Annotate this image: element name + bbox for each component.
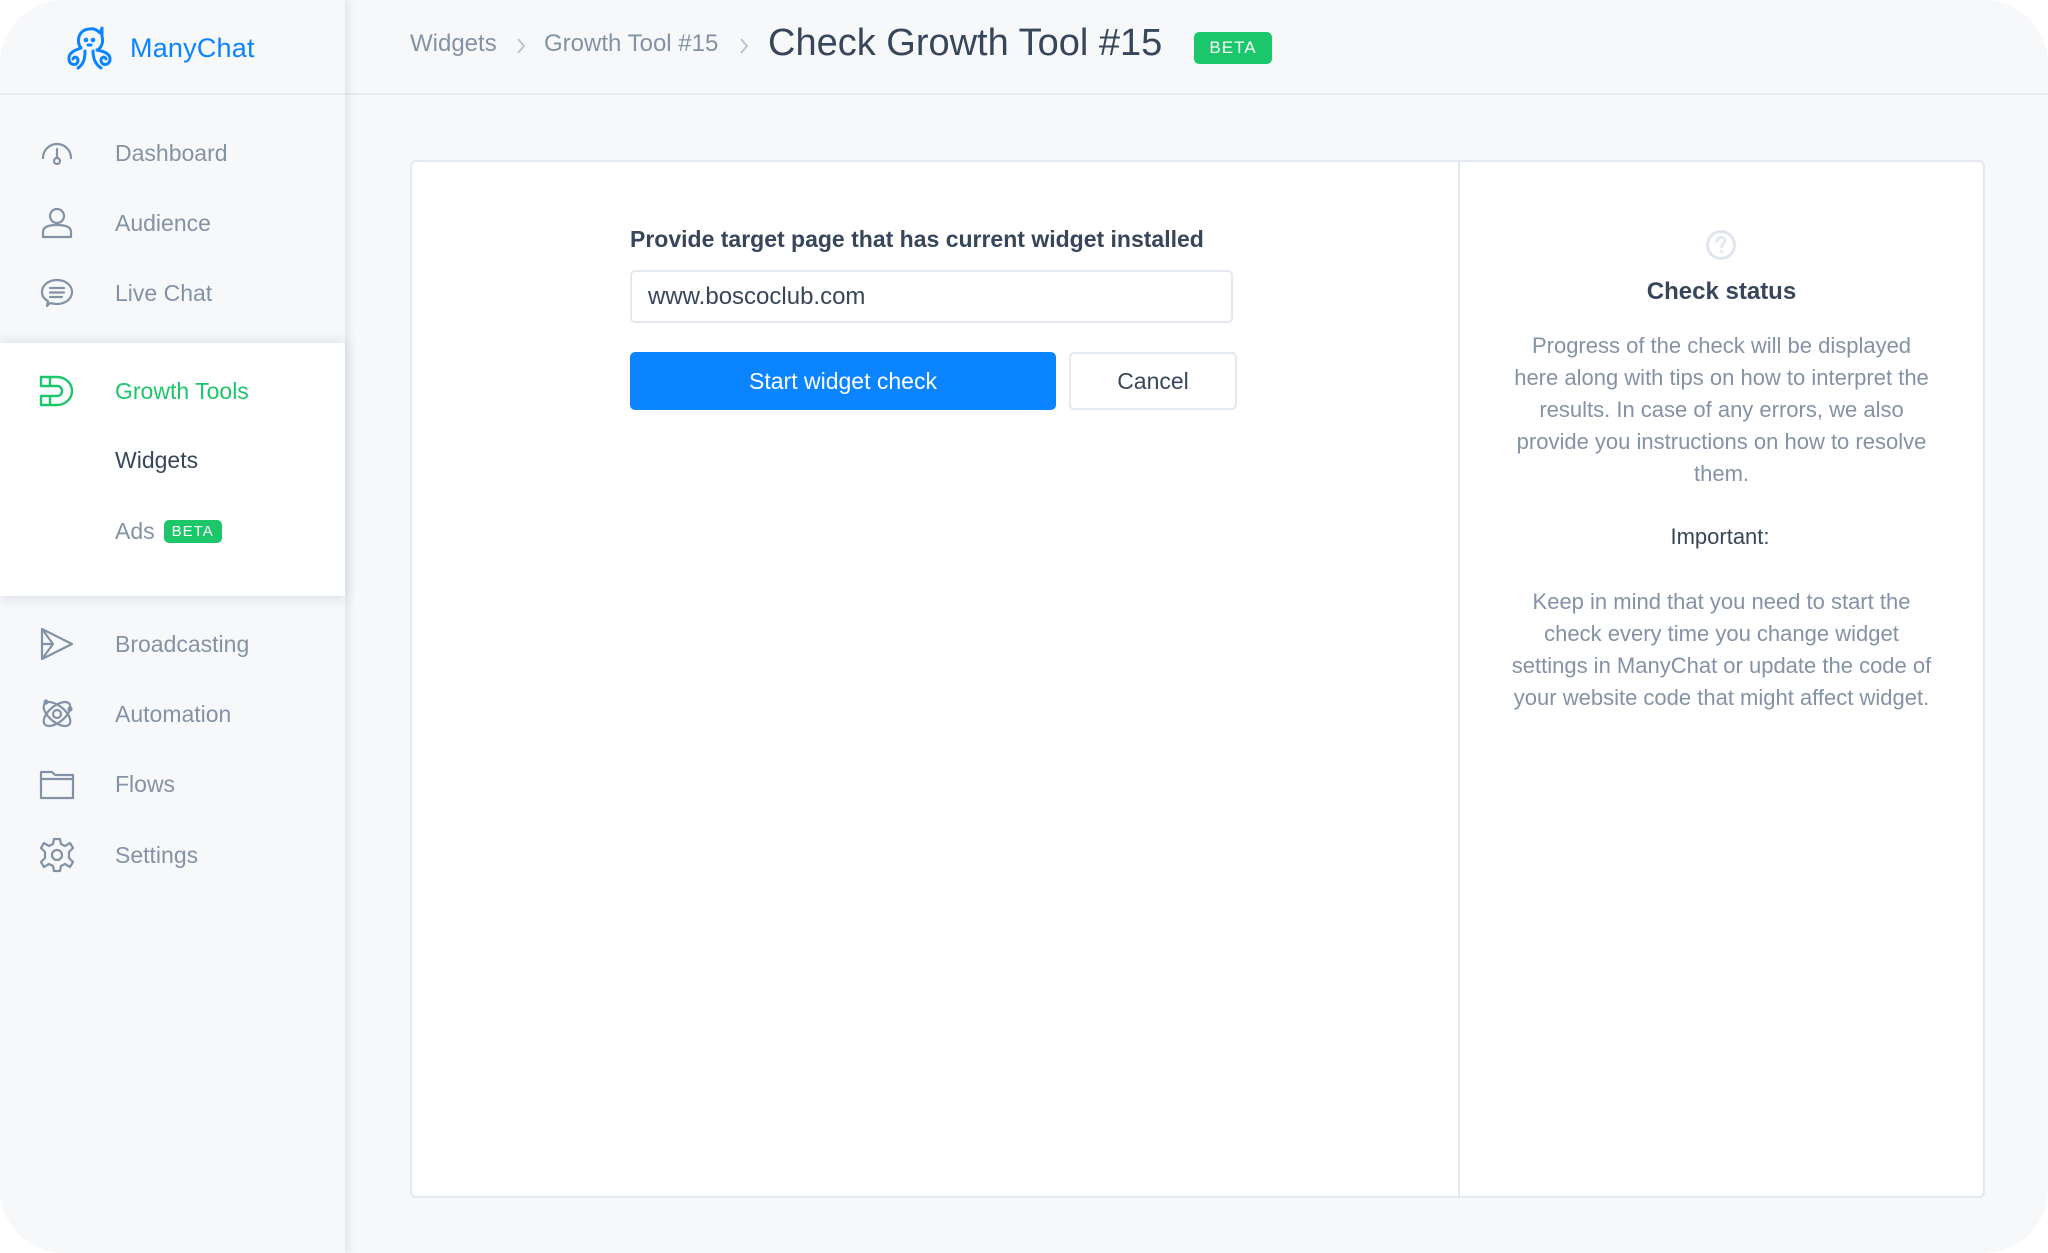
brand-name: ManyChat [130, 32, 255, 63]
sidebar-item-flows[interactable]: Flows [0, 756, 345, 812]
octopus-logo-icon [67, 26, 112, 70]
sidebar-item-label: Flows [115, 770, 176, 797]
chat-bubble-icon [38, 274, 76, 312]
target-page-url-input[interactable] [630, 270, 1233, 323]
sidebar-subitem-label: Widgets [115, 447, 199, 473]
app-window: ManyChat Dashboard Audience Live Chat Gr… [0, 0, 2048, 1253]
sidebar-item-automation[interactable]: Automation [0, 686, 345, 742]
important-note: Keep in mind that you need to start the … [1511, 589, 1932, 710]
check-status-description: Progress of the check will be displayed … [1514, 333, 1929, 486]
sidebar-item-label: Settings [115, 841, 199, 868]
sidebar-item-label: Automation [115, 700, 232, 727]
gear-icon [38, 836, 76, 874]
sidebar-item-audience[interactable]: Audience [0, 195, 345, 251]
send-icon [38, 625, 76, 663]
sidebar-subitem-ads[interactable]: Ads BETA [115, 518, 222, 545]
sidebar: ManyChat Dashboard Audience Live Chat Gr… [0, 0, 345, 1253]
magnet-icon [38, 372, 76, 410]
brand-logo[interactable]: ManyChat [64, 22, 255, 74]
dashboard-gauge-icon [38, 134, 76, 172]
sidebar-item-growth-tools[interactable]: Growth Tools [0, 363, 345, 419]
folder-icon [38, 765, 76, 803]
sidebar-item-label: Dashboard [115, 139, 228, 166]
cancel-button[interactable]: Cancel [1069, 352, 1237, 410]
sidebar-item-broadcasting[interactable]: Broadcasting [0, 616, 345, 672]
sidebar-item-label: Growth Tools [115, 377, 249, 404]
atom-icon [38, 695, 76, 733]
question-circle-icon [1706, 230, 1736, 260]
page-header: Widgets Growth Tool #15 Check Growth Too… [345, 0, 2048, 95]
sidebar-item-settings[interactable]: Settings [0, 827, 345, 883]
sidebar-item-label: Live Chat [115, 279, 213, 306]
breadcrumb-growth-tool[interactable]: Growth Tool #15 [544, 30, 718, 58]
target-page-label: Provide target page that has current wid… [630, 226, 1204, 252]
sidebar-subitem-label: Ads [115, 518, 155, 544]
breadcrumb-widgets[interactable]: Widgets [410, 30, 497, 58]
start-widget-check-button[interactable]: Start widget check [630, 352, 1056, 410]
chevron-right-icon [740, 38, 749, 54]
important-label: Important: [1670, 524, 1770, 549]
beta-badge: BETA [163, 520, 222, 543]
check-panel: Provide target page that has current wid… [410, 160, 1985, 1198]
sidebar-subitem-widgets[interactable]: Widgets [115, 447, 198, 474]
beta-badge: BETA [1194, 32, 1272, 64]
sidebar-header-divider [0, 93, 345, 95]
sidebar-item-live-chat[interactable]: Live Chat [0, 265, 345, 321]
sidebar-item-label: Broadcasting [115, 630, 250, 657]
check-status-pane: Check status Progress of the check will … [1460, 162, 1983, 1196]
check-status-title: Check status [1646, 278, 1797, 305]
chevron-right-icon [517, 38, 526, 54]
sidebar-item-label: Audience [115, 209, 211, 236]
sidebar-item-dashboard[interactable]: Dashboard [0, 125, 345, 181]
page-title: Check Growth Tool #15 [768, 22, 1163, 64]
user-icon [38, 204, 76, 242]
